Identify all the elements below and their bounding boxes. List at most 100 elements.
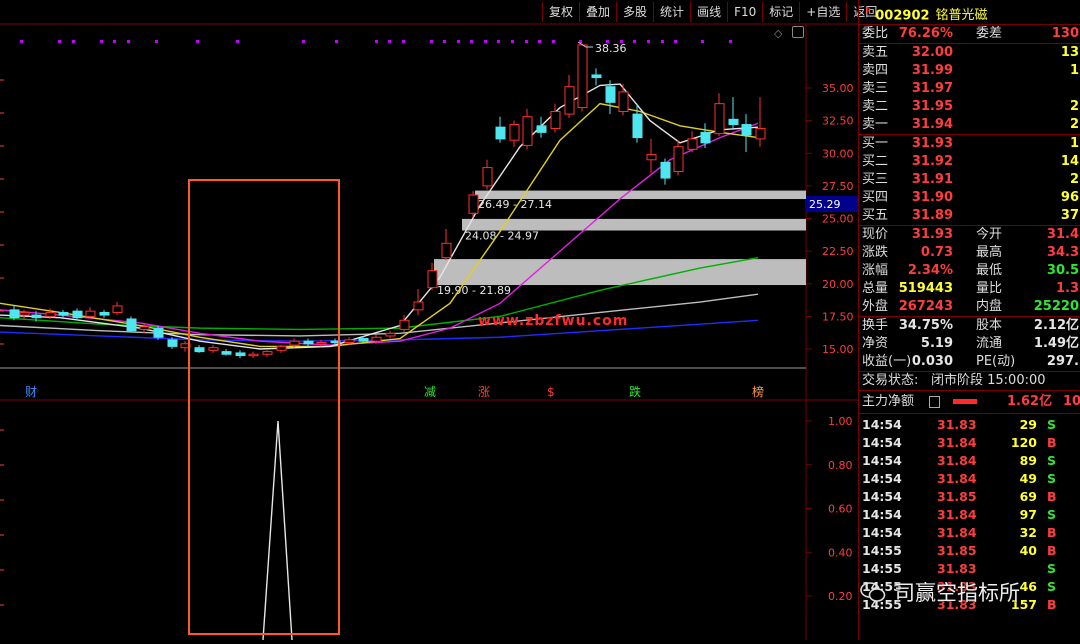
event-marker[interactable]: 榜 <box>752 384 764 399</box>
chart-toolbar: 复权 叠加 多股 统计 画线 F10 标记 +自选 返回 <box>542 2 883 22</box>
candle <box>344 339 355 343</box>
tick-row: 14:54 31.84 32 B <box>859 524 1080 542</box>
menu-icon[interactable] <box>929 396 940 408</box>
quote-panel: R 002902 铭普光磁 委比 76.26% 委差 130 卖五 32.00 13 卖四… <box>858 0 1080 640</box>
event-marker[interactable]: 减 <box>424 385 436 399</box>
sell-price: 32.00 <box>911 45 953 60</box>
toolbar-button-1[interactable]: 叠加 <box>579 2 616 22</box>
candle <box>714 103 725 135</box>
stats-label: 总量 <box>862 281 889 296</box>
sell-price: 31.97 <box>911 81 953 96</box>
stats2-value: 0.030 <box>911 354 953 369</box>
tick-volume: 32 <box>1019 525 1037 540</box>
mainflow-row: 主力净额 1.62亿 10 <box>859 391 1080 414</box>
toolbar-button-7[interactable]: +自选 <box>799 2 846 22</box>
buy-volume: 37 <box>1060 208 1079 223</box>
wechat-icon <box>860 582 886 602</box>
toolbar-button-5[interactable]: F10 <box>727 2 762 22</box>
zoom-icon[interactable] <box>792 26 804 38</box>
tick-volume: 29 <box>1019 417 1037 432</box>
tick-volume: 97 <box>1019 507 1037 522</box>
price-axis-label: 32.50 <box>822 115 854 128</box>
price-axis-label: 17.50 <box>822 310 854 323</box>
sell-label: 卖四 <box>862 63 889 78</box>
sell-label: 卖五 <box>862 45 889 60</box>
event-marker[interactable]: $ <box>547 385 555 399</box>
buy-price: 31.89 <box>911 208 953 223</box>
signal-dot <box>484 40 487 43</box>
signal-dot <box>196 40 199 43</box>
kline-chart-area[interactable]: 26.49 - 27.14 24.08 - 24.97 19.90 - 21.89 … <box>0 0 877 641</box>
candle <box>660 161 671 179</box>
signal-dot <box>155 40 158 43</box>
stock-name: 铭普光磁 <box>935 8 988 24</box>
tick-row: 14:54 31.84 97 S <box>859 506 1080 524</box>
tick-time: 14:54 <box>862 417 902 432</box>
stats-value: 0.73 <box>920 245 953 260</box>
tick-row: 14:54 31.84 89 S <box>859 452 1080 470</box>
stats2-value: 5.19 <box>920 336 953 351</box>
weibi-row: 委比 76.26% 委差 130 <box>859 25 1080 44</box>
tick-volume: 89 <box>1019 453 1037 468</box>
toolbar-button-4[interactable]: 画线 <box>690 2 727 22</box>
tick-volume: 49 <box>1019 471 1037 486</box>
toolbar-button-0[interactable]: 复权 <box>542 2 579 22</box>
tick-price: 31.85 <box>937 543 977 558</box>
signal-dot <box>72 40 75 43</box>
stats-label2: 今开 <box>976 227 1003 242</box>
stock-header[interactable]: R 002902 铭普光磁 <box>859 0 1080 25</box>
buy-volume: 14 <box>1060 154 1079 169</box>
stats2-value2: 297. <box>1046 354 1079 369</box>
tick-side: B <box>1047 525 1057 540</box>
stats2-row: 净资 5.19 流通 1.49亿 <box>859 335 1080 353</box>
candle <box>755 127 766 140</box>
max-price-label: 38.36 <box>595 42 627 55</box>
stats2-row: 收益(一) 0.030 PE(动) 297. <box>859 353 1080 371</box>
stats-label2: 最高 <box>976 245 1003 260</box>
candle <box>45 311 56 317</box>
stats-value2: 25220 <box>1033 299 1079 314</box>
stats-row: 涨幅 2.34% 最低 30.5 <box>859 262 1080 280</box>
event-marker[interactable]: 财 <box>25 385 37 399</box>
price-axis-label: 22.50 <box>822 245 854 258</box>
stats-row: 外盘 267243 内盘 25220 <box>859 298 1080 316</box>
candle <box>58 311 69 316</box>
tick-price: 31.84 <box>937 453 977 468</box>
candle <box>9 309 20 319</box>
toolbar-button-3[interactable]: 统计 <box>653 2 690 22</box>
highlight-box <box>188 179 340 635</box>
candle <box>139 326 150 330</box>
trade-status-row: 交易状态: 闭市阶段 15:00:00 <box>859 372 1080 391</box>
indicator-axis-label: 0.60 <box>828 503 853 516</box>
tick-row: 14:54 31.84 120 B <box>859 434 1080 452</box>
kline-chart[interactable]: 26.49 - 27.1424.08 - 24.9719.90 - 21.89 … <box>0 0 858 641</box>
watermark-text: 司赢空指标所 <box>894 581 1020 605</box>
signal-dot <box>552 40 555 43</box>
tick-volume: 69 <box>1019 489 1037 504</box>
price-axis-label: 35.00 <box>822 82 854 95</box>
tick-price: 31.84 <box>937 471 977 486</box>
candle <box>167 339 178 347</box>
weibi-value: 76.26% <box>898 26 953 41</box>
toolbar-button-2[interactable]: 多股 <box>616 2 653 22</box>
stats2-label: 收益(一) <box>862 354 912 369</box>
event-marker[interactable]: 跌 <box>629 384 641 399</box>
tick-time: 14:54 <box>862 507 902 522</box>
tick-side: B <box>1047 489 1057 504</box>
toolbar-button-6[interactable]: 标记 <box>762 2 799 22</box>
candle <box>385 332 396 337</box>
buy-row: 买五 31.89 37 <box>859 207 1080 225</box>
tick-time: 14:55 <box>862 543 902 558</box>
stats2-label2: 股本 <box>976 318 1003 333</box>
candle <box>72 310 83 319</box>
zone-label: 19.90 - 21.89 <box>437 284 511 297</box>
wechat-watermark: 司赢空指标所 <box>860 574 1080 610</box>
signal-dot <box>647 40 650 43</box>
buy-volume: 96 <box>1060 190 1079 205</box>
tick-time: 14:54 <box>862 525 902 540</box>
event-marker[interactable]: 涨 <box>478 384 490 399</box>
price-axis-label: 30.00 <box>822 147 854 160</box>
price-axis-label: 27.50 <box>822 180 854 193</box>
candle <box>85 310 96 317</box>
tick-row: 14:55 31.85 40 B <box>859 542 1080 560</box>
